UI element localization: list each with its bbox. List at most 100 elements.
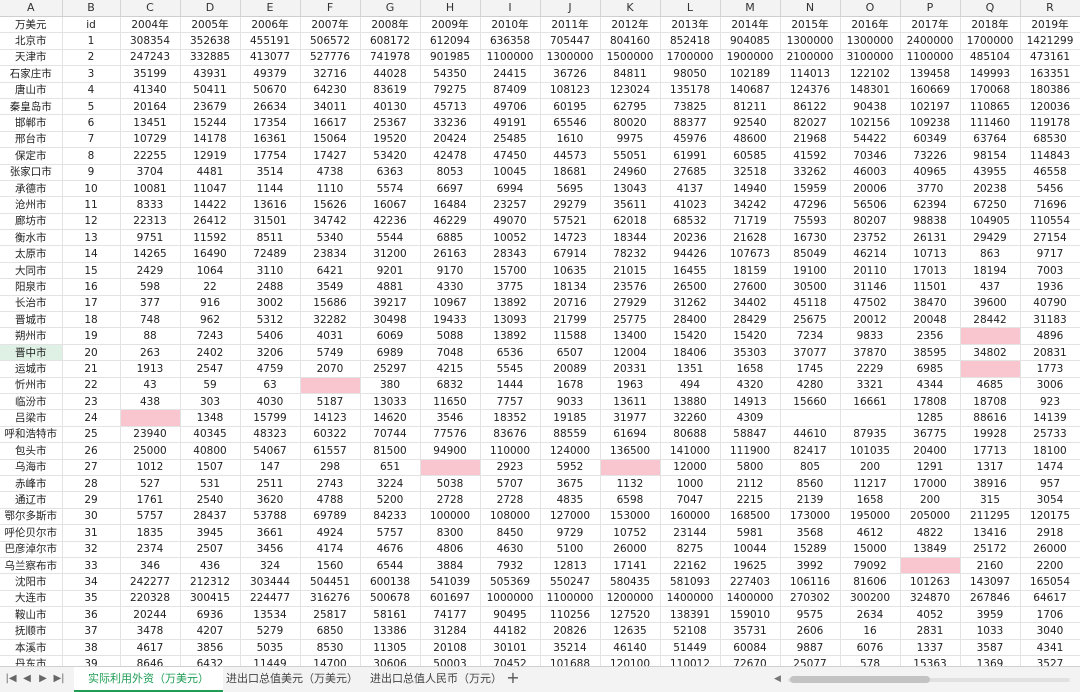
cell-E[interactable]: 15799 [240,409,301,427]
cell-E[interactable]: 26634 [240,98,301,116]
cell-G[interactable]: 500678 [360,590,421,608]
cell-F[interactable]: 504451 [300,573,361,591]
cell-J[interactable]: 124000 [540,442,601,460]
cell-P[interactable]: 1291 [900,459,961,476]
cell-P[interactable]: 26131 [900,229,961,247]
row-city-cell[interactable]: 呼和浩特市 [0,426,63,444]
cell-C[interactable]: 438 [120,393,181,411]
cell-D[interactable]: 4207 [180,622,241,640]
cell-H[interactable]: 8053 [420,164,481,181]
cell-O[interactable]: 20110 [840,262,901,280]
cell-K[interactable]: 12635 [600,622,661,640]
cell-K[interactable]: 31977 [600,409,661,427]
cell-K[interactable]: 35611 [600,196,661,214]
cell-R[interactable]: 163351 [1020,65,1080,83]
cell-C[interactable]: 2374 [120,541,181,558]
cell-P[interactable]: 1100000 [900,49,961,67]
cell-P[interactable]: 17808 [900,393,961,411]
cell-L[interactable]: 160000 [660,508,721,526]
cell-H[interactable]: 6697 [420,180,481,198]
cell-D[interactable]: 3856 [180,639,241,657]
cell-D[interactable]: 4481 [180,164,241,181]
cell-G[interactable]: 42236 [360,213,421,231]
cell-J[interactable]: 67914 [540,245,601,263]
cell-N[interactable]: 86122 [780,98,841,116]
cell-O[interactable]: 101035 [840,442,901,460]
row-city-cell[interactable]: 赤峰市 [0,475,63,493]
cell-I[interactable]: 6994 [480,180,541,198]
cell-M[interactable]: 48600 [720,131,781,149]
cell-R[interactable]: 180386 [1020,82,1080,99]
cell-H[interactable]: 601697 [420,590,481,608]
cell-I[interactable]: 30101 [480,639,541,657]
cell-L[interactable]: 23144 [660,524,721,542]
cell-K[interactable]: 78232 [600,245,661,263]
cell-H[interactable]: 3884 [420,557,481,575]
cell-K[interactable]: 136500 [600,442,661,460]
cell-Q[interactable]: 63764 [960,131,1021,149]
cell-B[interactable]: 28 [62,475,121,493]
cell-I[interactable]: 505369 [480,573,541,591]
cell-G[interactable]: 741978 [360,49,421,67]
cell-F[interactable]: 14700 [300,655,361,666]
cell-F[interactable]: 3549 [300,278,361,296]
cell-P[interactable]: 20048 [900,311,961,329]
cell-F[interactable]: 60322 [300,426,361,444]
cell-L[interactable]: 20236 [660,229,721,247]
last-sheet-icon[interactable]: ▶| [52,671,66,687]
cell-B[interactable]: 37 [62,622,121,640]
cell-J[interactable]: 18681 [540,164,601,181]
cell-D[interactable]: 3945 [180,524,241,542]
cell-C[interactable]: 3478 [120,622,181,640]
cell-R[interactable]: 20831 [1020,344,1080,362]
cell-I[interactable]: 24415 [480,65,541,83]
cell-I[interactable]: 10052 [480,229,541,247]
cell-N[interactable] [780,409,841,427]
cell-N[interactable]: 45118 [780,295,841,313]
cell-Q[interactable]: 111460 [960,114,1021,132]
column-header-O[interactable]: O [840,0,901,17]
cell-B[interactable]: 18 [62,311,121,329]
cell-N[interactable]: 805 [780,459,841,476]
cell-O[interactable]: 200 [840,459,901,476]
cell-K[interactable]: 18344 [600,229,661,247]
cell-F[interactable]: 6850 [300,622,361,640]
cell-I[interactable]: 13892 [480,327,541,345]
cell-B[interactable]: 20 [62,344,121,362]
column-header-Q[interactable]: Q [960,0,1021,17]
cell-C[interactable]: 247243 [120,49,181,67]
cell-N[interactable]: 4280 [780,377,841,394]
cell-O[interactable]: 3100000 [840,49,901,67]
cell-J[interactable]: 21799 [540,311,601,329]
cell-N[interactable]: 30500 [780,278,841,296]
cell-I[interactable]: 23257 [480,196,541,214]
cell-P[interactable]: 6985 [900,360,961,378]
cell-Q[interactable]: 2160 [960,557,1021,575]
column-header-P[interactable]: P [900,0,961,17]
cell-H[interactable]: 79275 [420,82,481,99]
cell-O[interactable]: 16661 [840,393,901,411]
cell-C[interactable]: 598 [120,278,181,296]
cell-B[interactable]: 27 [62,459,121,476]
cell-P[interactable]: 1337 [900,639,961,657]
cell-C[interactable]: 8333 [120,196,181,214]
cell-C[interactable]: 1761 [120,491,181,509]
cell-R[interactable]: 110554 [1020,213,1080,231]
cell-J[interactable]: 5952 [540,459,601,476]
cell-L[interactable]: 51449 [660,639,721,657]
cell-B[interactable]: 35 [62,590,121,608]
cell-J[interactable]: 29279 [540,196,601,214]
cell-B[interactable]: 33 [62,557,121,575]
cell-O[interactable]: 23752 [840,229,901,247]
cell-B[interactable]: 2 [62,49,121,67]
cell-E[interactable]: 147 [240,459,301,476]
cell-J[interactable]: 11588 [540,327,601,345]
cell-I[interactable]: 44182 [480,622,541,640]
cell-F[interactable]: 15064 [300,131,361,149]
cell-L[interactable]: 98050 [660,65,721,83]
cell-F[interactable]: 527776 [300,49,361,67]
cell-L[interactable]: 26500 [660,278,721,296]
cell-K[interactable]: 25775 [600,311,661,329]
cell-C[interactable]: 8646 [120,655,181,666]
column-header-L[interactable]: L [660,0,721,17]
